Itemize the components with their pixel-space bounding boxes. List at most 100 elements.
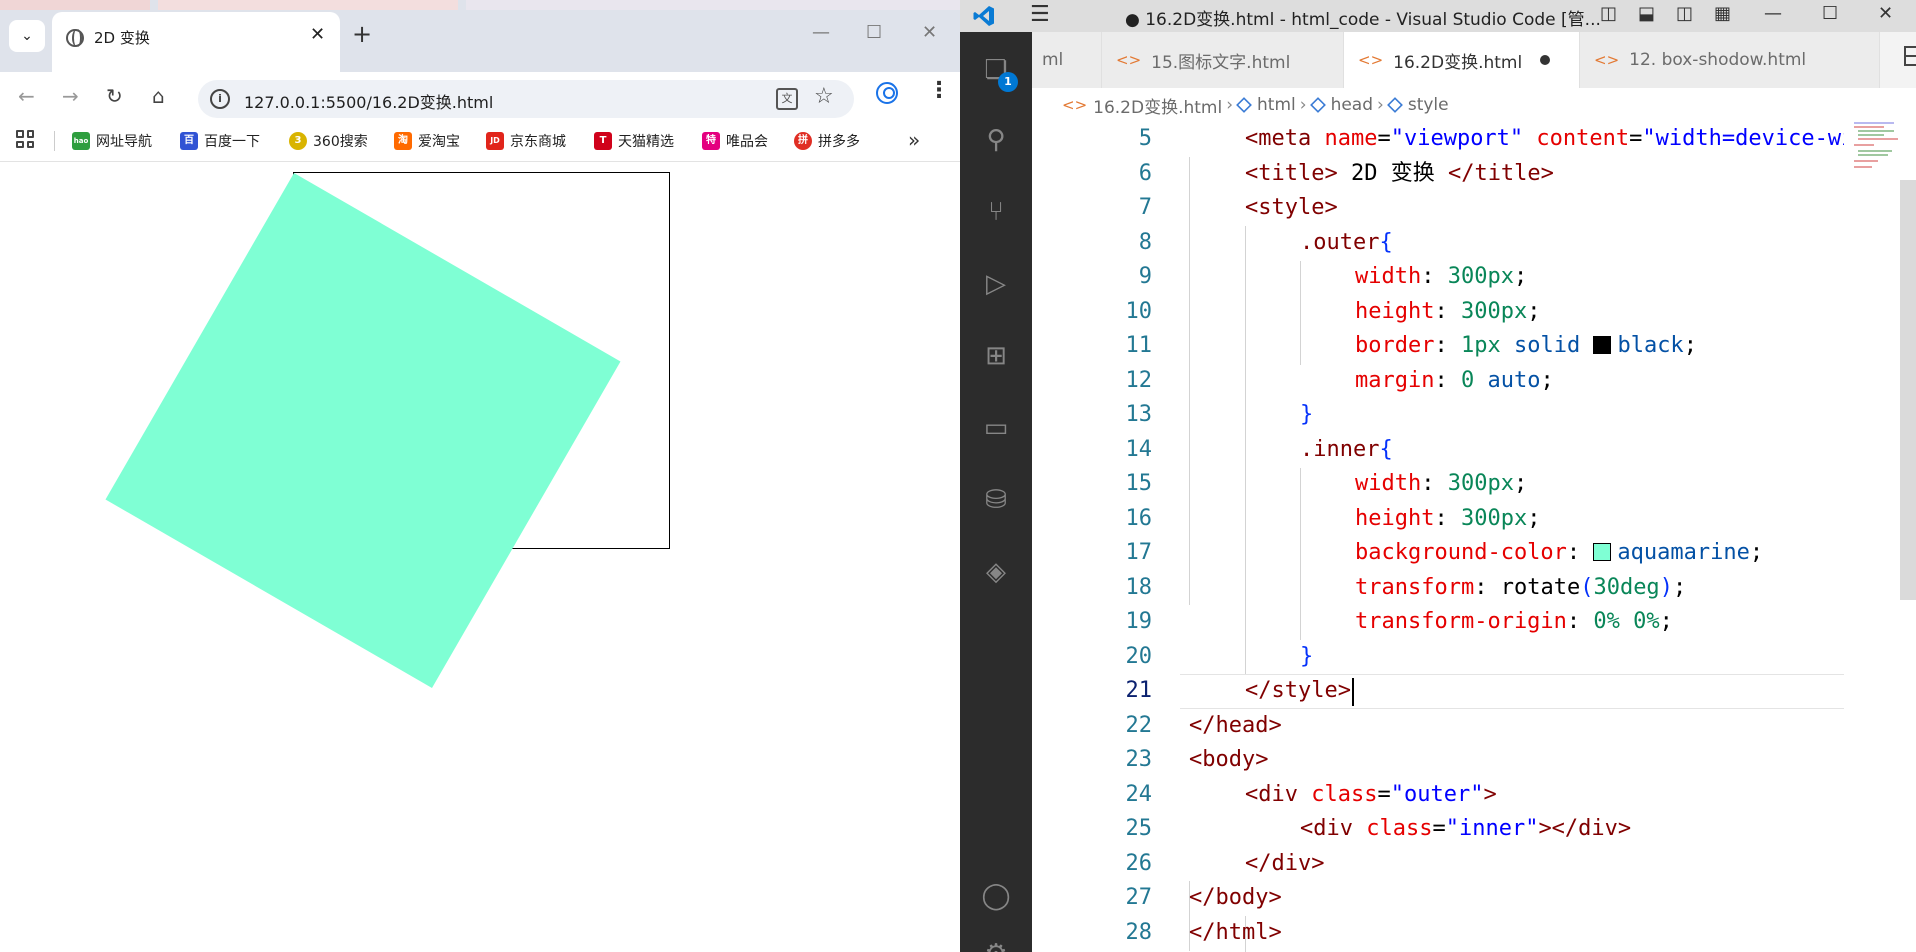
search-icon[interactable]: ⚲: [978, 122, 1014, 158]
code-line: transform-origin: 0% 0%;: [1355, 605, 1673, 640]
remote-explorer-icon[interactable]: ▭: [978, 410, 1014, 446]
code-token: "viewport": [1390, 126, 1524, 151]
unsaved-dot-icon[interactable]: [1540, 55, 1551, 65]
toggle-secondary-sidebar-icon[interactable]: ◫: [1676, 3, 1693, 24]
line-number: 5: [1138, 126, 1152, 151]
bookmark-item[interactable]: hao 网址导航: [72, 130, 152, 152]
code-token: background-color: [1355, 540, 1567, 565]
code-line: <style>: [1245, 191, 1338, 226]
code-token: ;: [1527, 298, 1541, 324]
layers-icon[interactable]: ◈: [978, 554, 1014, 590]
database-icon[interactable]: ⛁: [978, 482, 1014, 518]
breadcrumb-file[interactable]: 16.2D变换.html: [1093, 93, 1222, 118]
code-token: <div: [1300, 816, 1367, 841]
new-tab-button[interactable]: +: [352, 20, 372, 48]
editor-tab[interactable]: <> 15.图标文字.html: [1102, 32, 1344, 88]
split-editor-icon[interactable]: [1904, 46, 1916, 66]
customize-layout-icon[interactable]: ▦: [1714, 3, 1731, 24]
editor-tab[interactable]: ml: [1032, 32, 1102, 88]
toggle-primary-sidebar-icon[interactable]: ◫: [1600, 3, 1617, 24]
code-token: "outer": [1390, 781, 1484, 807]
element-cube-icon: [1386, 97, 1403, 113]
bookmark-favicon: 拼: [794, 132, 812, 150]
manage-gear-icon[interactable]: ⚙: [978, 936, 1014, 952]
maximize-button[interactable]: ☐: [1822, 3, 1838, 24]
breadcrumb-item[interactable]: style: [1408, 95, 1449, 115]
line-number: 19: [1125, 609, 1153, 634]
menu-hamburger-icon[interactable]: ☰: [1030, 2, 1050, 27]
editor-tab[interactable]: <> 12. box-shodow.html: [1580, 32, 1880, 88]
color-swatch-aquamarine[interactable]: [1593, 543, 1612, 561]
bookmark-item[interactable]: T 天猫精选: [594, 130, 674, 152]
text-cursor: [1352, 678, 1354, 706]
bookmark-item[interactable]: 特唯品会: [702, 130, 768, 152]
breadcrumb-separator-icon: ›: [1226, 95, 1234, 115]
inner-rotated-box: [105, 173, 621, 688]
indent-guide: [1300, 468, 1301, 640]
translate-icon[interactable]: 文: [776, 88, 798, 110]
bookmark-item[interactable]: 拼拼多多: [794, 130, 860, 152]
minimize-button[interactable]: —: [1764, 3, 1782, 24]
tab-search-dropdown-button[interactable]: ⌄: [9, 20, 45, 52]
line-number: 24: [1125, 781, 1153, 807]
breadcrumb-item[interactable]: html: [1257, 95, 1296, 115]
background-tab[interactable]: [158, 0, 458, 10]
line-number: 15: [1125, 471, 1153, 496]
address-bar[interactable]: i 127.0.0.1:5500/16.2D变换.html 文 ☆: [198, 80, 854, 118]
bookmark-label: 唯品会: [726, 134, 768, 150]
home-button[interactable]: ⌂: [152, 84, 165, 108]
profile-icon[interactable]: [876, 82, 898, 104]
more-bookmarks-chevron-icon[interactable]: »: [908, 128, 920, 152]
browser-menu-icon[interactable]: ⋮: [928, 78, 950, 103]
extensions-icon[interactable]: ⊞: [978, 338, 1014, 374]
code-line: width: 300px;: [1355, 467, 1527, 502]
breadcrumb-item[interactable]: head: [1331, 95, 1373, 115]
line-number: 16: [1125, 505, 1153, 531]
close-window-button[interactable]: ✕: [922, 22, 937, 43]
line-number: 26: [1125, 850, 1153, 876]
bookmark-item[interactable]: 3 360搜索: [289, 130, 368, 152]
code-token: black: [1617, 333, 1684, 358]
html-file-icon: <>: [1116, 51, 1142, 69]
color-swatch-black[interactable]: [1593, 336, 1612, 354]
background-tab[interactable]: [466, 0, 960, 10]
code-token: aquamarine: [1617, 540, 1750, 565]
background-tab[interactable]: [0, 0, 150, 10]
back-button[interactable]: ←: [18, 84, 35, 108]
run-debug-icon[interactable]: ▷: [978, 266, 1014, 302]
window-title: ● 16.2D变换.html - html_code - Visual Stud…: [1125, 10, 1601, 30]
code-token: {: [1379, 229, 1393, 255]
code-token: rotate: [1500, 574, 1581, 600]
address-url[interactable]: 127.0.0.1:5500/16.2D变换.html: [244, 89, 493, 113]
forward-button[interactable]: →: [62, 84, 79, 108]
code-token: border: [1355, 333, 1435, 358]
bookmarks-bar: hao 网址导航 百百度一下 3 360搜索 淘爱淘宝 JD 京东商城 T 天猫精选 特…: [0, 122, 960, 162]
maximize-button[interactable]: ☐: [866, 22, 882, 43]
code-line: height: 300px;: [1355, 295, 1540, 330]
code-token: =: [1377, 781, 1391, 807]
close-tab-icon[interactable]: ✕: [310, 24, 325, 45]
html-file-icon: <>: [1594, 51, 1620, 69]
bookmark-star-icon[interactable]: ☆: [814, 84, 834, 109]
apps-grid-icon[interactable]: [16, 130, 34, 148]
reload-button[interactable]: ↻: [106, 84, 123, 108]
browser-tab-active[interactable]: 2D 变换 ✕: [52, 12, 340, 72]
bookmark-item[interactable]: 百百度一下: [180, 130, 260, 152]
code-token: ;: [1527, 505, 1541, 531]
code-line: <meta name="viewport" content="width=dev…: [1245, 122, 1844, 157]
code-token: 1px: [1460, 333, 1501, 358]
bookmark-item[interactable]: JD 京东商城: [486, 130, 566, 152]
minimize-button[interactable]: —: [812, 22, 830, 43]
code-editor[interactable]: 5 6 7 8 9 10 11 12 13 14 15 16 17 18 19 20 21 22 23 24 25 26 2…: [1032, 122, 1844, 952]
editor-tab-active[interactable]: <> 16.2D变换.html: [1344, 32, 1580, 88]
bookmark-item[interactable]: 淘爱淘宝: [394, 130, 460, 152]
line-number: 12: [1125, 367, 1153, 393]
code-token: ): [1659, 574, 1673, 600]
site-info-icon[interactable]: i: [210, 89, 230, 109]
accounts-icon[interactable]: ◯: [978, 878, 1014, 914]
toggle-panel-icon[interactable]: ⬓: [1638, 3, 1655, 24]
source-control-icon[interactable]: ⑂: [978, 194, 1014, 230]
outer-box: [105, 172, 670, 688]
close-window-button[interactable]: ✕: [1878, 3, 1893, 24]
editor-scrollbar[interactable]: [1900, 180, 1916, 600]
